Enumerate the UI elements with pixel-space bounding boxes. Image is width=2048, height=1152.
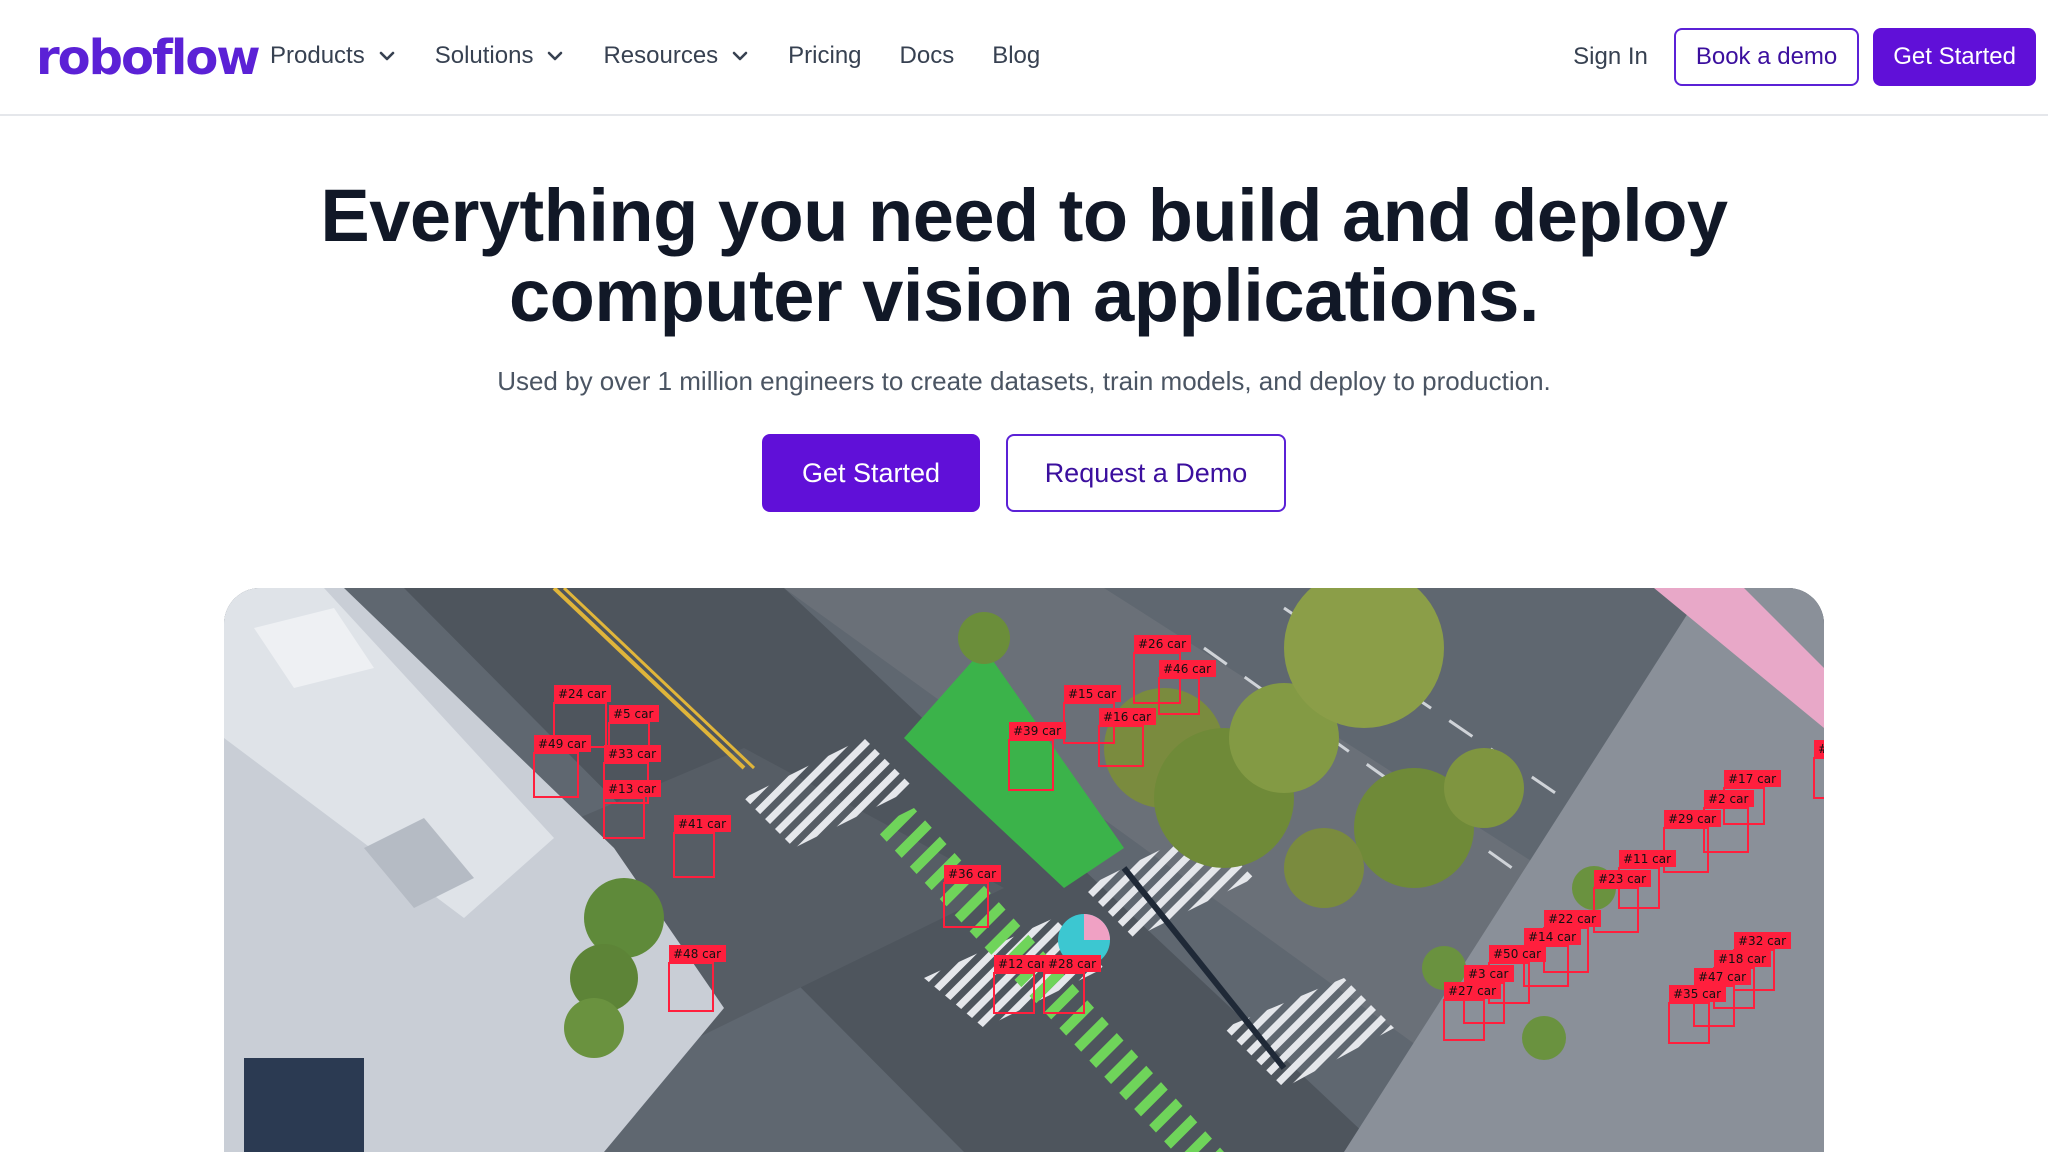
detection-label: #22 car — [1548, 912, 1596, 926]
get-started-nav-button[interactable]: Get Started — [1873, 28, 2036, 86]
hero-cta-group: Get Started Request a Demo — [0, 434, 2048, 512]
nav-item-pricing[interactable]: Pricing — [788, 36, 861, 76]
building-shadow — [244, 1058, 364, 1152]
detection-label: #32 car — [1738, 934, 1786, 948]
nav-item-resources[interactable]: Resources — [603, 36, 750, 76]
detection-label: #48 car — [673, 947, 721, 961]
detection-label: #29 car — [1668, 812, 1716, 826]
nav-item-label: Solutions — [434, 42, 534, 69]
chevron-down-icon — [379, 51, 395, 61]
nav-item-docs[interactable]: Docs — [900, 36, 955, 76]
nav-item-label: Products — [270, 42, 365, 69]
top-nav: roboflow Products Solutions Resources Pr… — [0, 0, 2048, 116]
book-demo-button[interactable]: Book a demo — [1673, 28, 1860, 86]
detection-label: #36 car — [948, 867, 996, 881]
chevron-down-icon — [548, 51, 563, 61]
detection-label: #3 car — [1468, 967, 1508, 981]
nav-item-products[interactable]: Products — [270, 36, 397, 76]
hero-subtitle: Used by over 1 million engineers to crea… — [497, 366, 1551, 396]
chevron-down-icon — [732, 51, 748, 61]
detection-label: #27 car — [1448, 984, 1496, 998]
detection-label: #13 car — [608, 782, 656, 796]
roboflow-logo[interactable]: roboflow — [36, 30, 261, 86]
detection-label: #17 car — [1728, 772, 1776, 786]
detection-label: #11 car — [1623, 852, 1671, 866]
detection-label: #38 car — [1818, 742, 1824, 756]
detection-label: #14 car — [1528, 930, 1576, 944]
detection-label: #18 car — [1718, 952, 1766, 966]
detection-label: #15 car — [1068, 687, 1116, 701]
nav-item-blog[interactable]: Blog — [992, 36, 1040, 76]
nav-item-label: Blog — [992, 42, 1041, 69]
detection-label: #2 car — [1708, 792, 1748, 806]
detection-label: #47 car — [1698, 970, 1746, 984]
detection-label: #24 car — [558, 687, 606, 701]
detection-label: #12 car — [998, 957, 1046, 971]
nav-item-label: Docs — [899, 42, 955, 69]
detection-label: #50 car — [1493, 947, 1541, 961]
get-started-hero-button[interactable]: Get Started — [762, 434, 980, 512]
nav-item-label: Resources — [603, 42, 719, 69]
hero-title-line-2: computer vision applications. — [509, 254, 1539, 337]
detection-label: #28 car — [1048, 957, 1096, 971]
sign-in-link[interactable]: Sign In — [1573, 43, 1648, 71]
detection-label: #35 car — [1673, 987, 1721, 1001]
nav-links: Products Solutions Resources Pricing Doc… — [270, 36, 1078, 76]
detection-label: #39 car — [1013, 724, 1061, 738]
nav-item-label: Pricing — [788, 42, 862, 69]
hero-title-line-1: Everything you need to build and deploy — [320, 174, 1728, 257]
aerial-intersection-scene: #24 car #5 car #49 car #33 car #13 car #41 ca… — [224, 588, 1824, 1152]
hero-video[interactable]: #24 car #5 car #49 car #33 car #13 car #41 ca… — [224, 588, 1824, 1152]
hero-title: Everything you need to build and deploy … — [0, 176, 2048, 336]
detection-label: #26 car — [1138, 637, 1186, 651]
detection-label: #49 car — [538, 737, 586, 751]
detection-label: #23 car — [1598, 872, 1646, 886]
nav-actions: Sign In Book a demo Get Started — [1573, 28, 2036, 86]
detection-label: #41 car — [678, 817, 726, 831]
detection-label: #16 car — [1103, 710, 1151, 724]
detection-label: #33 car — [608, 747, 656, 761]
nav-item-solutions[interactable]: Solutions — [435, 36, 566, 76]
detection-label: #46 car — [1163, 662, 1211, 676]
request-demo-button[interactable]: Request a Demo — [1006, 434, 1286, 512]
detection-label: #5 car — [613, 707, 653, 721]
